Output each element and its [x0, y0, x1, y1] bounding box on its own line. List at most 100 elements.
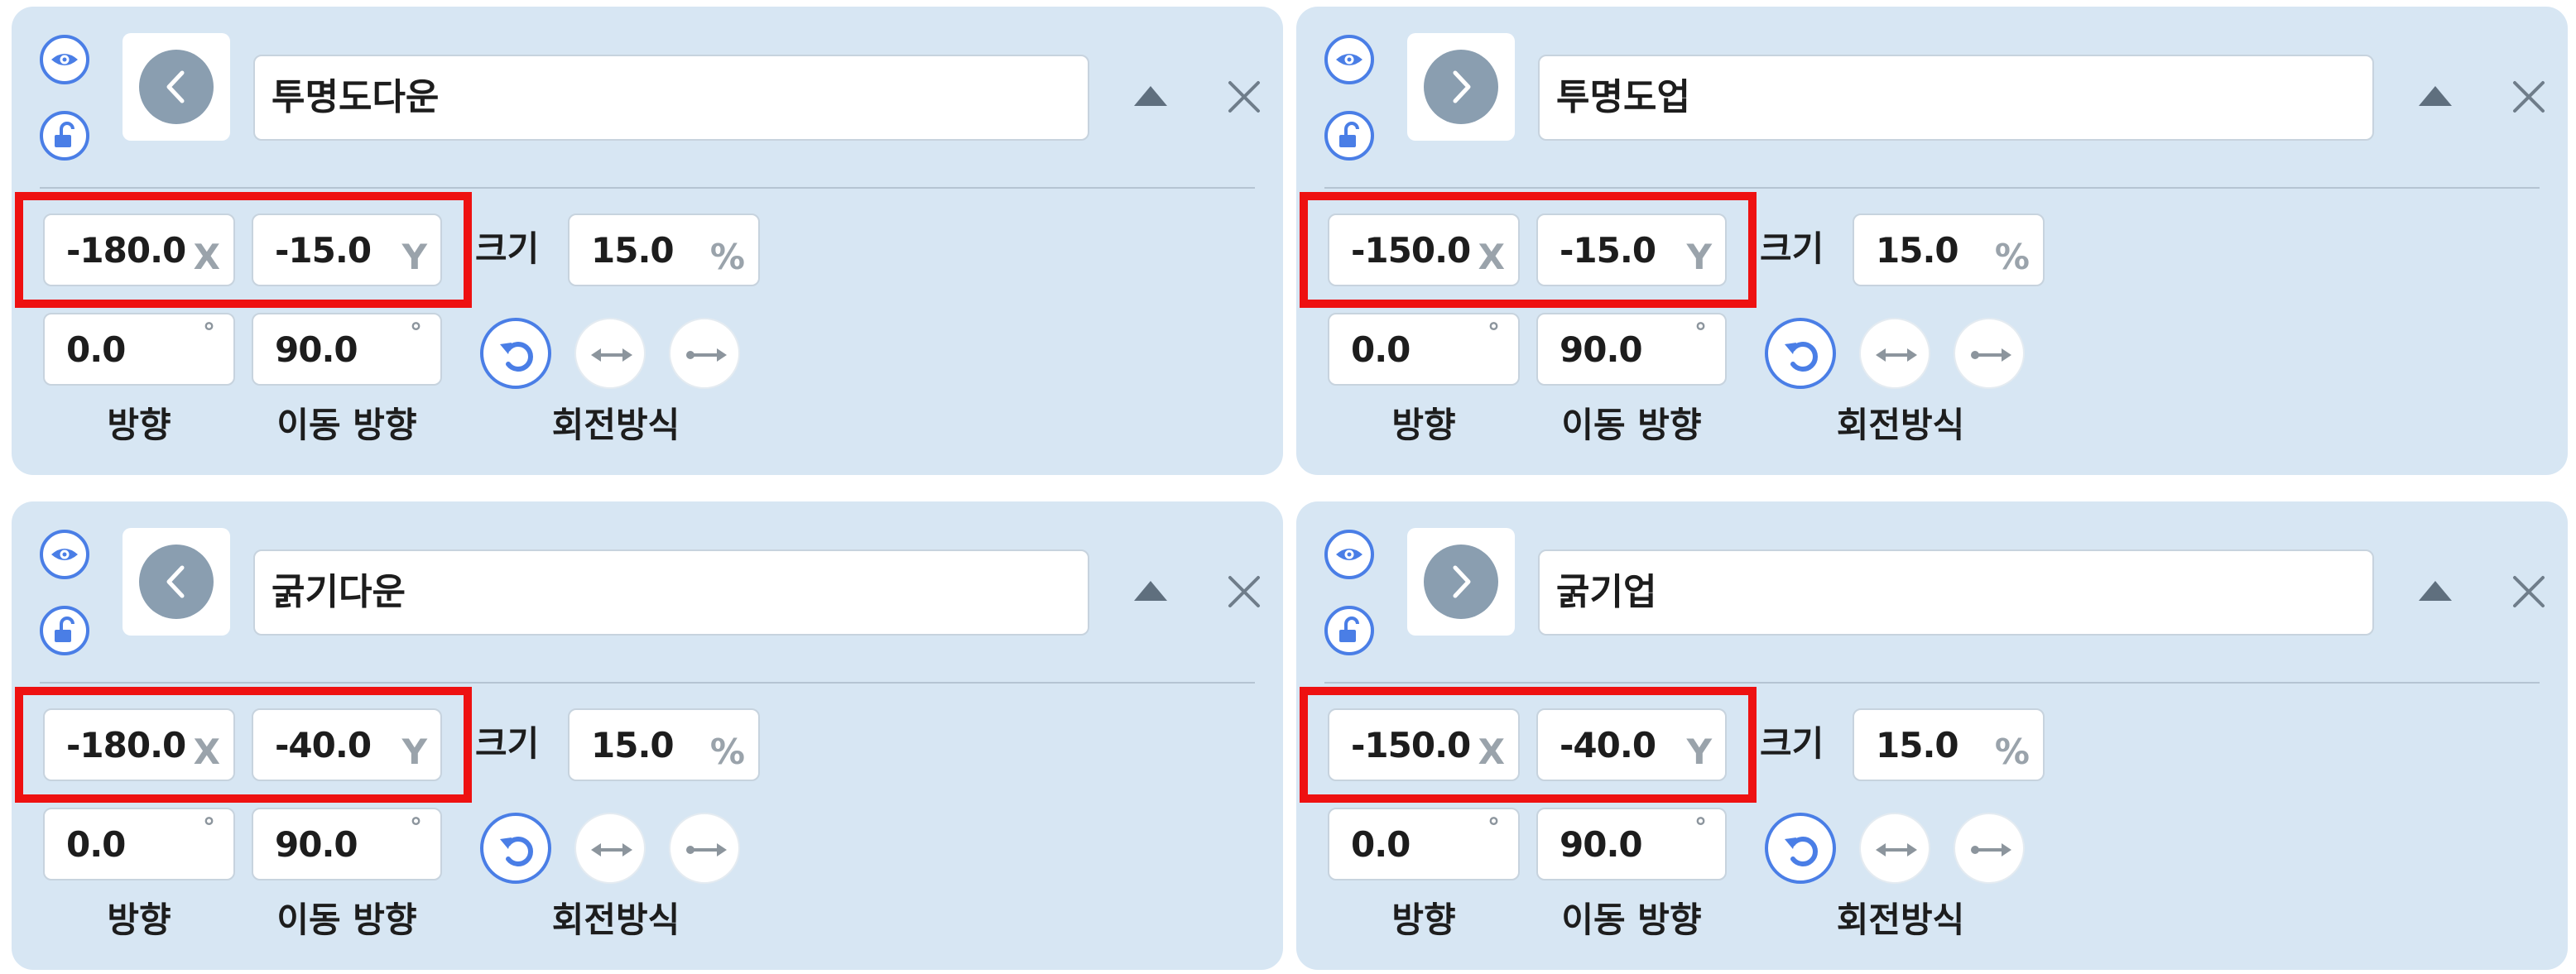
percent-unit-label: %: [709, 237, 745, 277]
rotation-mode-caption: 회전방식: [551, 900, 680, 940]
object-thumbnail[interactable]: [123, 528, 230, 636]
arrow-right-icon[interactable]: [1954, 318, 2025, 389]
divider: [1324, 682, 2540, 684]
degree-unit-label: °: [410, 813, 422, 842]
rotate-icon[interactable]: [1765, 318, 1836, 389]
degree-unit-label: °: [1487, 813, 1500, 842]
triangle-up-icon[interactable]: [2419, 581, 2452, 601]
arrows-horizontal-icon[interactable]: [574, 318, 646, 389]
eye-icon[interactable]: [1324, 530, 1374, 579]
arrows-horizontal-icon[interactable]: [574, 813, 646, 884]
direction-field[interactable]: 0.0 °: [1328, 313, 1520, 386]
direction-field[interactable]: 0.0 °: [43, 313, 235, 386]
rotate-icon[interactable]: [1765, 813, 1836, 884]
rotate-icon[interactable]: [480, 813, 551, 884]
chevron-left-icon: [166, 70, 185, 103]
direction-field[interactable]: 0.0 °: [1328, 808, 1520, 880]
y-unit-label: Y: [1686, 237, 1712, 277]
unlock-icon[interactable]: [1324, 606, 1374, 655]
size-field[interactable]: 15.0 %: [1853, 214, 2045, 286]
x-unit-label: X: [193, 732, 220, 772]
close-icon[interactable]: [2510, 573, 2548, 611]
y-unit-label: Y: [401, 732, 427, 772]
arrows-horizontal-icon[interactable]: [1859, 813, 1930, 884]
x-coordinate-field[interactable]: -180.0 X: [43, 214, 235, 286]
size-value: 15.0: [1876, 230, 1959, 271]
move-direction-value: 90.0: [1560, 329, 1643, 370]
move-direction-value: 90.0: [275, 329, 358, 370]
triangle-up-icon[interactable]: [1134, 86, 1167, 106]
triangle-up-icon[interactable]: [2419, 86, 2452, 106]
size-label: 크기: [475, 723, 540, 764]
size-label: 크기: [1760, 723, 1824, 764]
arrow-right-icon[interactable]: [669, 318, 740, 389]
unlock-icon[interactable]: [40, 606, 89, 655]
direction-caption: 방향: [107, 405, 171, 445]
direction-field[interactable]: 0.0 °: [43, 808, 235, 880]
move-direction-value: 90.0: [1560, 824, 1643, 865]
object-thumbnail[interactable]: [123, 33, 230, 141]
object-name-input[interactable]: 굵기업: [1538, 549, 2374, 636]
y-coordinate-field[interactable]: -40.0 Y: [252, 708, 442, 781]
size-value: 15.0: [1876, 725, 1959, 765]
y-coordinate-field[interactable]: -40.0 Y: [1536, 708, 1727, 781]
rotate-icon[interactable]: [480, 318, 551, 389]
object-name-input[interactable]: 투명도다운: [253, 55, 1089, 141]
x-coordinate-field[interactable]: -180.0 X: [43, 708, 235, 781]
x-coordinate-field[interactable]: -150.0 X: [1328, 708, 1520, 781]
unlock-icon[interactable]: [1324, 111, 1374, 161]
direction-value: 0.0: [66, 824, 126, 865]
size-label: 크기: [1760, 228, 1824, 269]
move-direction-field[interactable]: 90.0 °: [1536, 808, 1727, 880]
direction-value: 0.0: [1351, 329, 1411, 370]
move-direction-field[interactable]: 90.0 °: [252, 808, 442, 880]
object-panel-4: 굵기업 -150.0 X -40.0 Y 크기 15.0 % 0.0 ° 90.…: [1296, 501, 2568, 970]
move-direction-caption: 이동 방향: [276, 405, 417, 445]
degree-unit-label: °: [1694, 319, 1707, 348]
close-icon[interactable]: [1225, 78, 1263, 116]
divider: [40, 187, 1255, 189]
arrows-horizontal-icon[interactable]: [1859, 318, 1930, 389]
arrow-right-icon[interactable]: [1954, 813, 2025, 884]
eye-icon[interactable]: [1324, 35, 1374, 84]
size-field[interactable]: 15.0 %: [1853, 708, 2045, 781]
object-panel-2: 투명도업 -150.0 X -15.0 Y 크기 15.0 % 0.0 ° 90…: [1296, 7, 2568, 475]
size-label: 크기: [475, 228, 540, 269]
eye-icon[interactable]: [40, 35, 89, 84]
y-coordinate-field[interactable]: -15.0 Y: [1536, 214, 1727, 286]
move-direction-value: 90.0: [275, 824, 358, 865]
object-name-input[interactable]: 투명도업: [1538, 55, 2374, 141]
y-coordinate-field[interactable]: -15.0 Y: [252, 214, 442, 286]
degree-unit-label: °: [1487, 319, 1500, 348]
divider: [40, 682, 1255, 684]
x-coordinate-field[interactable]: -150.0 X: [1328, 214, 1520, 286]
direction-caption: 방향: [1391, 405, 1456, 445]
direction-value: 0.0: [1351, 824, 1411, 865]
object-name-input[interactable]: 굵기다운: [253, 549, 1089, 636]
y-value: -15.0: [1560, 230, 1656, 271]
eye-icon[interactable]: [40, 530, 89, 579]
arrow-right-icon[interactable]: [669, 813, 740, 884]
direction-value: 0.0: [66, 329, 126, 370]
move-direction-field[interactable]: 90.0 °: [252, 313, 442, 386]
close-icon[interactable]: [2510, 78, 2548, 116]
y-value: -40.0: [1560, 725, 1656, 765]
object-panel-1: 투명도다운 -180.0 X -15.0 Y 크기 15.0 % 0.0 ° 9…: [12, 7, 1283, 475]
chevron-right-icon: [1453, 565, 1471, 598]
move-direction-field[interactable]: 90.0 °: [1536, 313, 1727, 386]
arrow-disc: [1424, 545, 1498, 619]
y-unit-label: Y: [401, 237, 427, 277]
object-thumbnail[interactable]: [1407, 33, 1515, 141]
unlock-icon[interactable]: [40, 111, 89, 161]
close-icon[interactable]: [1225, 573, 1263, 611]
size-field[interactable]: 15.0 %: [568, 708, 760, 781]
triangle-up-icon[interactable]: [1134, 581, 1167, 601]
object-thumbnail[interactable]: [1407, 528, 1515, 636]
size-field[interactable]: 15.0 %: [568, 214, 760, 286]
x-unit-label: X: [1478, 237, 1505, 277]
size-value: 15.0: [591, 725, 675, 765]
degree-unit-label: °: [203, 319, 215, 348]
y-value: -15.0: [275, 230, 372, 271]
direction-caption: 방향: [1391, 900, 1456, 940]
percent-unit-label: %: [1994, 237, 2030, 277]
